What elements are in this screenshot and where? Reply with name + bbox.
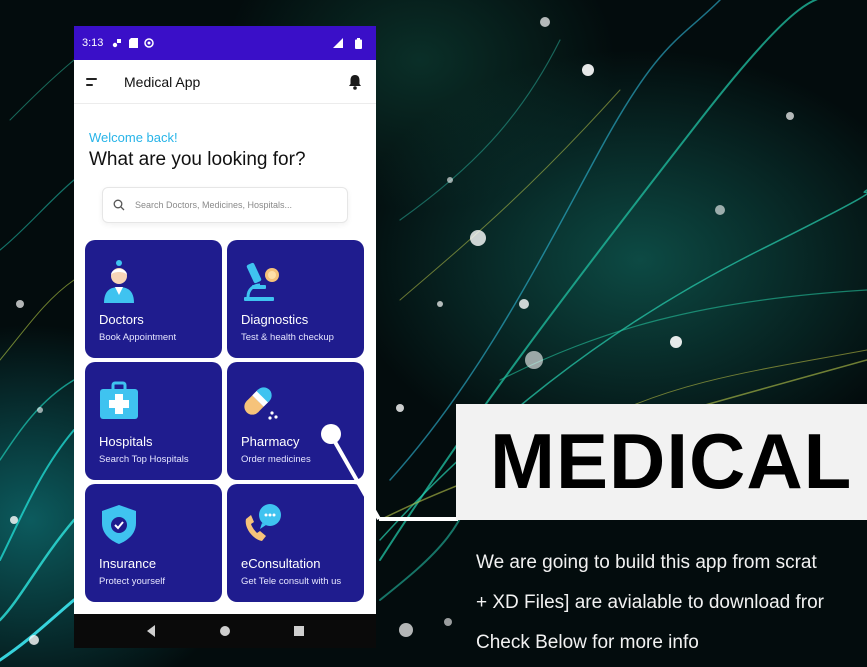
- caption-line: + XD Files] are avialable to download fr…: [476, 592, 824, 613]
- caption-line: We are going to build this app from scra…: [476, 552, 817, 573]
- banner-title: MEDICAL: [490, 417, 853, 505]
- caption-line: Check Below for more info: [476, 632, 699, 653]
- title-banner: MEDICAL: [456, 404, 867, 520]
